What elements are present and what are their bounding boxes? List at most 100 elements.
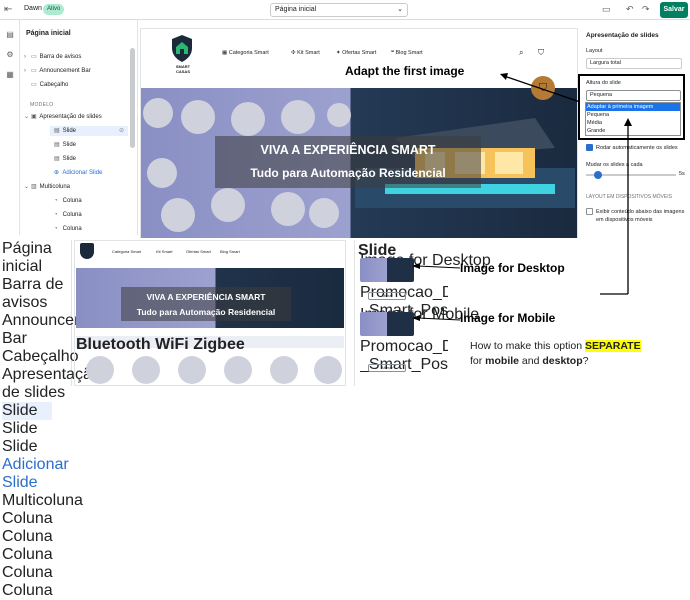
annotation-adapt: Adapt the first image	[345, 64, 465, 78]
annotation-arrows	[412, 263, 461, 321]
add-slide-button[interactable]: ⊕ Adicionar Slide	[54, 168, 102, 178]
device-image	[161, 198, 195, 232]
device-image	[281, 100, 315, 134]
panel-scrollbar[interactable]	[130, 48, 135, 148]
nav-label: Blog Smart	[395, 50, 423, 56]
hidden-eye-icon[interactable]: ⊘	[119, 126, 124, 136]
sections-icon[interactable]: ▤	[5, 30, 15, 40]
mini-item[interactable]: Announcement Bar	[2, 312, 110, 348]
brand-label: Bluetooth	[76, 336, 151, 353]
block-label: Coluna	[62, 198, 82, 204]
cart-icon[interactable]: ⛉	[538, 48, 544, 58]
mini-logo	[80, 243, 94, 259]
logo-text: SMART CASAS	[175, 64, 191, 74]
section-icon: ▭	[31, 82, 37, 88]
section-item[interactable]: › ▭ Announcement Bar	[24, 66, 91, 76]
redo-icon[interactable]: ↷	[642, 4, 650, 15]
mini-item[interactable]: Slide	[2, 438, 71, 456]
option-adapt[interactable]: Adaptar à primeira imagem	[586, 103, 680, 111]
theme-settings-icon[interactable]: ⚙	[5, 50, 15, 60]
change-desktop-image-button[interactable]: Alterar	[368, 292, 406, 300]
mobile-image-thumb[interactable]	[360, 312, 414, 336]
mini-item[interactable]: Barra de avisos	[2, 276, 71, 312]
apps-icon[interactable]: ▦	[5, 70, 15, 80]
section-item-multicolumn[interactable]: ⌄ ▥ Multicoluna	[24, 182, 70, 192]
device-image	[309, 198, 339, 228]
autorotate-checkbox[interactable]	[586, 144, 593, 151]
nav-item[interactable]: ✣ Kit Smart	[291, 50, 320, 56]
product-image	[314, 356, 342, 384]
section-icon: ▭	[31, 54, 37, 60]
mini-item[interactable]: Multicoluna	[2, 492, 83, 510]
question-text: How to make this option SEPARATE for mob…	[470, 339, 690, 369]
mini-nav[interactable]: Categoria Smart	[112, 249, 141, 254]
device-image	[231, 102, 265, 136]
block-item-column[interactable]: ◔ Coluna	[54, 196, 82, 206]
mini-item[interactable]: Slide	[2, 420, 71, 438]
mini-nav[interactable]: Kit Smart	[156, 249, 172, 254]
mini-nav[interactable]: Blog Smart	[220, 249, 240, 254]
chevron-right-icon: ›	[24, 68, 26, 74]
mini-item[interactable]: Adicionar Slide	[2, 456, 71, 492]
mini-item[interactable]: Apresentação de slides	[2, 366, 101, 402]
add-slide-label: Adicionar Slide	[62, 170, 103, 176]
slide-height-select[interactable]: Pequena	[586, 90, 681, 101]
search-icon[interactable]: ⌕	[519, 48, 523, 58]
nav-item[interactable]: ✦ Ofertas Smart	[336, 50, 376, 56]
section-item[interactable]: › ▭ Barra de avisos	[24, 52, 81, 62]
section-icon: ▭	[31, 68, 37, 74]
product-image	[86, 356, 114, 384]
desktop-view-icon[interactable]: ▭	[602, 4, 611, 15]
store-logo[interactable]	[170, 34, 194, 64]
slide-height-label: Altura do slide	[586, 80, 621, 86]
top-bar: ⇤ Dawn Ativo Página inicial ⌄ ▭ ↶ ↷ Salv…	[0, 0, 690, 20]
block-label: Coluna	[62, 212, 82, 218]
mini-item[interactable]: Coluna	[2, 546, 71, 564]
mini-item[interactable]: Coluna	[2, 582, 71, 600]
theme-name: Dawn	[24, 5, 42, 12]
mini-item[interactable]: Coluna	[2, 564, 71, 582]
block-item-column[interactable]: ◔ Coluna	[54, 224, 82, 234]
section-item[interactable]: ▭ Cabeçalho	[31, 80, 68, 90]
slider-value: 5s	[679, 171, 685, 177]
mini-item[interactable]: Cabeçalho	[2, 348, 79, 366]
section-label: Cabeçalho	[39, 82, 69, 88]
layout-select[interactable]: Largura total	[586, 58, 682, 69]
change-mobile-image-button[interactable]: Alterar	[368, 364, 406, 372]
product-image	[132, 356, 160, 384]
slide-height-value: Pequena	[590, 92, 613, 98]
mini-item[interactable]: Coluna	[2, 510, 71, 528]
mini-hero-subtitle: Tudo para Automação Residencial	[136, 307, 276, 317]
columns-icon: ▥	[31, 184, 37, 190]
device-image	[143, 98, 173, 128]
slide-icon: ▤	[54, 128, 60, 134]
undo-icon[interactable]: ↶	[626, 4, 634, 15]
grid-icon: ▦	[222, 50, 228, 56]
product-image	[224, 356, 252, 384]
chevron-right-icon: ›	[24, 54, 26, 60]
block-item-slide[interactable]: ▤ Slide ⊘	[50, 126, 128, 136]
desktop-image-thumb[interactable]	[360, 258, 414, 282]
section-item-slideshow[interactable]: ⌄ ▣ Apresentação de slides	[24, 112, 102, 122]
exit-icon[interactable]: ⇤	[4, 4, 16, 16]
mini-title: Página inicial	[2, 240, 52, 275]
mini-sections-panel: Página inicial Barra de avisos Announcem…	[2, 240, 110, 599]
save-button[interactable]: Salvar	[660, 2, 688, 18]
question-highlight: SEPARATE	[584, 340, 641, 352]
connector-arrow	[600, 118, 632, 295]
block-item-slide[interactable]: ▤ Slide	[54, 140, 76, 150]
block-label: Slide	[62, 142, 77, 148]
nav-label: Ofertas Smart	[342, 50, 377, 56]
nav-item[interactable]: ▦ Categoria Smart	[222, 50, 269, 56]
mini-item[interactable]: Coluna	[2, 528, 71, 546]
mini-nav[interactable]: Ofertas Smart	[186, 249, 211, 254]
block-item-column[interactable]: ◔ Coluna	[54, 210, 82, 220]
mini-item[interactable]: Slide	[2, 402, 52, 420]
nav-item[interactable]: ❝ Blog Smart	[391, 50, 423, 56]
page-selector[interactable]: Página inicial ⌄	[270, 3, 408, 17]
product-image	[178, 356, 206, 384]
mobile-content-checkbox[interactable]	[586, 208, 593, 215]
block-item-slide[interactable]: ▤ Slide	[54, 154, 76, 164]
column-icon: ◔	[54, 198, 58, 204]
device-image	[181, 100, 215, 134]
